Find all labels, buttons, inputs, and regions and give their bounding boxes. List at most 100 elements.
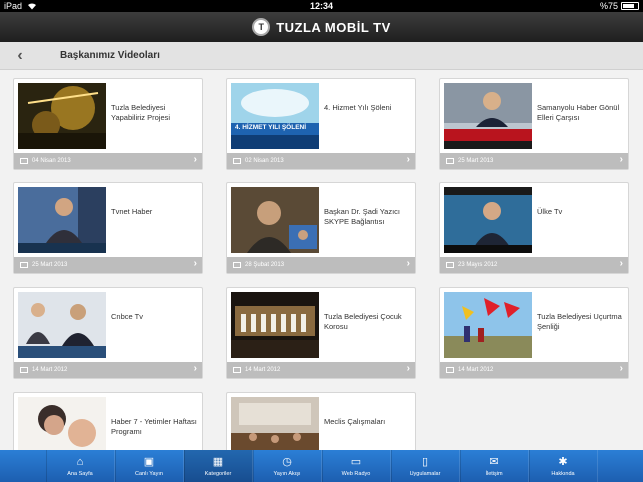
video-date: 25 Mart 2013 [458,158,494,164]
video-thumbnail [231,187,319,253]
clock-icon: ◷ [282,455,292,468]
tab-label: Yayın Akışı [273,470,301,477]
gear-icon: ✱ [558,455,568,468]
page-title: Başkanımız Videoları [60,50,160,61]
chevron-right-icon: › [406,363,410,374]
calendar-icon [446,367,454,373]
calendar-icon [20,262,28,268]
phone-icon: ▯ [421,455,429,468]
battery-percent: %75 [599,1,618,11]
video-date: 14 Mart 2012 [458,367,494,373]
tab-label: Uygulamalar [409,470,441,477]
video-card[interactable]: Tuzla Belediyesi Yapabiliriz Projesi 04 … [13,78,203,170]
video-date: 14 Mart 2012 [32,367,68,373]
video-thumbnail [231,292,319,358]
tab-home[interactable]: ⌂ Ana Sayfa [45,450,115,482]
tab-categories[interactable]: ▦ Kategoriler [183,450,253,482]
calendar-icon [20,367,28,373]
video-footer: 14 Mart 2012 › [440,362,628,378]
video-card[interactable]: Tuzla Belediyesi Çocuk Korosu 14 Mart 20… [226,287,416,379]
video-thumbnail [231,397,319,450]
video-footer: 23 Mayıs 2012 › [440,257,628,273]
back-button[interactable]: ‹ [0,42,40,70]
video-thumbnail [444,292,532,358]
radio-icon: ▭ [350,455,362,468]
video-card[interactable]: Ülke Tv 23 Mayıs 2012 › [439,182,629,274]
video-card[interactable]: Tvnet Haber 25 Mart 2013 › [13,182,203,274]
calendar-icon [233,158,241,164]
video-title: Tuzla Belediyesi Uçurtma Şenliği [537,312,622,331]
chevron-right-icon: › [619,154,623,165]
chat-icon: ✉ [489,455,499,468]
tab-label: Web Radyo [341,470,371,477]
video-date: 04 Nisan 2013 [32,158,71,164]
video-thumbnail [444,187,532,253]
video-footer: 28 Şubat 2013 › [227,257,415,273]
tab-label: Canlı Yayın [135,470,163,477]
video-title: Cnbce Tv [111,312,143,321]
video-card[interactable]: Cnbce Tv 14 Mart 2012 › [13,287,203,379]
calendar-icon [233,367,241,373]
calendar-icon [233,262,241,268]
video-footer: 25 Mart 2013 › [440,153,628,169]
thumbnail-overlay-text: 4. HİZMET YILI ŞÖLENİ [235,124,307,131]
tab-live[interactable]: ▣ Canlı Yayın [114,450,184,482]
tab-label: Hakkında [551,470,575,477]
video-thumbnail: 4. HİZMET YILI ŞÖLENİ [231,83,319,149]
grid-icon: ▦ [212,455,224,468]
battery-icon [621,2,639,10]
tab-apps[interactable]: ▯ Uygulamalar [390,450,460,482]
tab-contact[interactable]: ✉ İletişim [459,450,529,482]
video-card[interactable]: Samanyolu Haber Gönül Elleri Çarşısı 25 … [439,78,629,170]
video-card[interactable]: 4. HİZMET YILI ŞÖLENİ 4. Hizmet Yılı Şöl… [226,78,416,170]
video-title: 4. Hizmet Yılı Şöleni [324,103,392,112]
video-date: 25 Mart 2013 [32,262,68,268]
video-thumbnail [18,397,106,450]
video-date: 28 Şubat 2013 [245,262,285,268]
video-thumbnail [18,187,106,253]
video-grid: Tuzla Belediyesi Yapabiliriz Projesi 04 … [0,70,643,450]
video-thumbnail [18,83,106,149]
video-title: Ülke Tv [537,207,563,216]
status-bar: iPad 12:34 %75 [0,0,643,12]
page-header: ‹ Başkanımız Videoları [0,42,643,70]
logo-icon: T [252,18,271,36]
video-footer: 14 Mart 2012 › [14,362,202,378]
chevron-right-icon: › [193,258,197,269]
calendar-icon [446,262,454,268]
video-card[interactable]: Meclis Çalışmaları [226,392,416,450]
video-footer: 02 Nisan 2013 › [227,153,415,169]
video-thumbnail [18,292,106,358]
home-icon: ⌂ [76,455,84,468]
calendar-icon [446,158,454,164]
status-time: 12:34 [309,1,334,11]
app-title: TUZLA MOBİL TV [276,19,391,35]
tab-schedule[interactable]: ◷ Yayın Akışı [252,450,322,482]
video-date: 14 Mart 2012 [245,367,281,373]
chevron-right-icon: › [619,363,623,374]
chevron-right-icon: › [193,363,197,374]
tv-icon: ▣ [143,455,155,468]
video-title: Tuzla Belediyesi Yapabiliriz Projesi [111,103,171,122]
video-card[interactable]: Başkan Dr. Şadi Yazıcı SKYPE Bağlantısı … [226,182,416,274]
chevron-right-icon: › [406,258,410,269]
chevron-right-icon: › [619,258,623,269]
video-title: Haber 7 - Yetimler Haftası Programı [111,417,197,436]
tab-label: Kategoriler [204,470,232,477]
video-footer: 14 Mart 2012 › [227,362,415,378]
video-thumbnail [444,83,532,149]
video-footer: 04 Nisan 2013 › [14,153,202,169]
video-card[interactable]: Tuzla Belediyesi Uçurtma Şenliği 14 Mart… [439,287,629,379]
video-title: Meclis Çalışmaları [324,417,386,426]
device-label: iPad [4,1,23,11]
video-title: Tuzla Belediyesi Çocuk Korosu [324,312,402,331]
video-card[interactable]: Haber 7 - Yetimler Haftası Programı [13,392,203,450]
video-date: 23 Mayıs 2012 [458,262,498,268]
tab-label: Ana Sayfa [67,470,93,477]
wifi-icon [28,3,37,10]
tab-radio[interactable]: ▭ Web Radyo [321,450,391,482]
tab-bar: ⌂ Ana Sayfa ▣ Canlı Yayın ▦ Kategoriler … [0,450,643,482]
tab-label: İletişim [485,470,503,477]
calendar-icon [20,158,28,164]
tab-about[interactable]: ✱ Hakkında [528,450,598,482]
